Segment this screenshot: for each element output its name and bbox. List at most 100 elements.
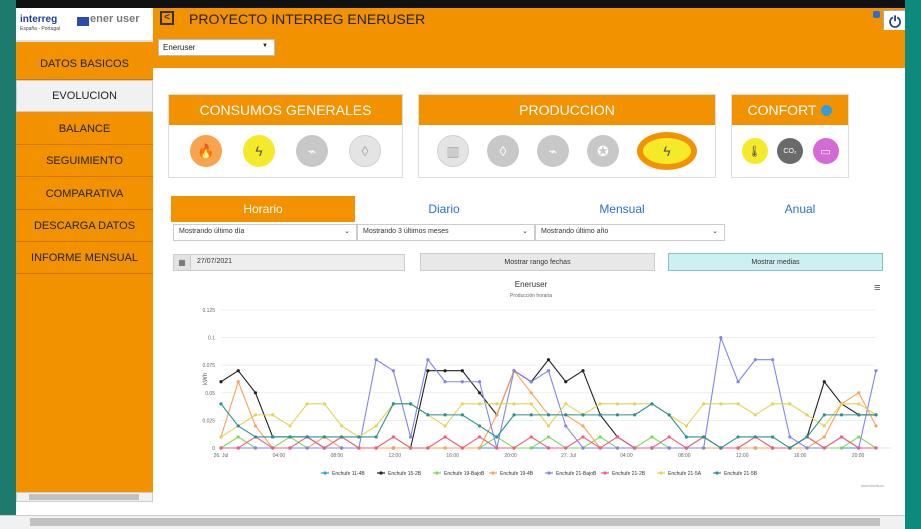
data-point: [236, 424, 240, 428]
tab-diario[interactable]: Diario: [355, 196, 533, 222]
tab-horario[interactable]: Horario: [171, 196, 355, 222]
data-point: [736, 446, 740, 450]
data-point: [615, 435, 620, 439]
back-icon[interactable]: <: [160, 11, 174, 25]
water-drop-icon[interactable]: ◊: [349, 135, 381, 167]
data-point: [615, 446, 620, 450]
data-point: [512, 369, 516, 373]
legend-marker: [379, 471, 383, 475]
data-point: [770, 435, 775, 439]
data-point: [253, 391, 258, 395]
project-select[interactable]: Eneruser ▼: [158, 39, 275, 56]
horizontal-scrollbar[interactable]: [0, 515, 905, 529]
sidebar-item-seguimiento[interactable]: SEGUIMIENTO: [16, 145, 153, 177]
data-point: [753, 435, 757, 439]
chevron-down-icon: ▼: [262, 43, 268, 49]
mensual-range-select[interactable]: Mostrando último año ⌄: [535, 224, 725, 241]
data-point: [805, 435, 809, 439]
fire-icon[interactable]: 🔥: [190, 135, 222, 167]
bulb-icon[interactable]: ✪: [587, 135, 619, 167]
data-point: [839, 435, 844, 439]
data-point: [702, 402, 706, 406]
water-drop-icon[interactable]: ◊: [487, 135, 519, 167]
y-tick-label: 0.075: [202, 363, 215, 369]
data-point: [615, 402, 620, 406]
data-point: [546, 446, 551, 450]
lightning-icon[interactable]: ϟ: [637, 132, 697, 170]
data-point: [650, 435, 654, 439]
panel-confort-title: CONFORT: [732, 95, 848, 125]
legend-item: Enchufe 21-5A: [668, 471, 702, 477]
show-averages-button[interactable]: Mostrar medias: [668, 253, 883, 271]
radiator-icon[interactable]: ▥: [437, 135, 469, 167]
chart-credit: www.ideulis.es: [861, 484, 884, 488]
data-point: [770, 358, 775, 362]
horario-range-select[interactable]: Mostrando último día ⌄: [173, 224, 357, 241]
data-point: [495, 402, 499, 406]
sidebar-item-informe-mensual[interactable]: INFORME MENSUAL: [16, 242, 153, 274]
thermometer-icon[interactable]: 🌡: [741, 138, 768, 164]
plug-icon[interactable]: ⌁: [296, 135, 328, 167]
data-point: [822, 380, 826, 384]
data-point: [495, 435, 499, 439]
data-point: [443, 446, 447, 450]
data-point: [633, 446, 637, 450]
sidebar-item-balance[interactable]: BALANCE: [16, 113, 153, 145]
data-point: [546, 424, 551, 428]
sidebar-item-descarga-datos[interactable]: DESCARGA DATOS: [16, 210, 153, 242]
sidebar-item-comparativa[interactable]: COMPARATIVA: [16, 178, 153, 210]
data-point: [633, 402, 637, 406]
diario-range-select[interactable]: Mostrando 3 últimos meses ⌄: [357, 224, 535, 241]
data-point: [822, 446, 826, 450]
data-point: [529, 413, 533, 417]
date-field[interactable]: ▦ 27/07/2021: [173, 254, 405, 271]
data-point: [546, 435, 551, 439]
sidebar-scrollbar-thumb[interactable]: [29, 494, 139, 500]
data-point: [409, 402, 413, 406]
lightning-icon[interactable]: ϟ: [243, 135, 275, 167]
data-point: [736, 402, 740, 406]
tab-mensual[interactable]: Mensual: [533, 196, 711, 222]
data-point: [271, 413, 275, 417]
page-title: PROYECTO INTERREG ENERUSER: [189, 11, 426, 27]
x-tick-label: 20:00: [504, 453, 517, 459]
co2-icon[interactable]: CO₂: [777, 138, 803, 164]
data-point: [564, 402, 568, 406]
y-tick-label: 0.125: [202, 308, 215, 314]
calendar-icon[interactable]: ▦: [174, 255, 191, 270]
info-icon[interactable]: [821, 104, 833, 116]
eneruser-logo: ener user: [90, 13, 140, 25]
show-date-range-button[interactable]: Mostrar rango fechas: [420, 253, 655, 271]
display-icon[interactable]: ▭: [812, 138, 839, 164]
data-point: [357, 446, 361, 450]
data-point: [839, 446, 844, 450]
chart: Eneruser Producción horaria ≡ 0 0.025 0.05…: [171, 278, 905, 490]
y-tick-label: 0: [212, 446, 215, 452]
x-tick-label: 08:00: [678, 453, 691, 459]
x-tick-label: 04:00: [620, 453, 633, 459]
data-point: [684, 424, 688, 428]
data-point: [598, 402, 602, 406]
user-icon[interactable]: [873, 11, 880, 18]
x-tick-label: 12:00: [388, 453, 401, 459]
interreg-logo: interreg: [20, 14, 58, 25]
data-point: [719, 446, 723, 450]
sidebar-item-evolucion[interactable]: EVOLUCION: [16, 80, 153, 112]
power-icon: ⏻: [889, 13, 901, 31]
tab-anual[interactable]: Anual: [711, 196, 889, 222]
data-point: [857, 402, 861, 406]
plug-icon[interactable]: ⌁: [537, 135, 569, 167]
sidebar-item-datos-basicos[interactable]: DATOS BASICOS: [16, 48, 153, 80]
chart-title: Eneruser: [514, 280, 548, 289]
data-point: [236, 435, 240, 439]
data-point: [374, 424, 378, 428]
chart-menu-icon[interactable]: ≡: [874, 282, 880, 294]
legend-marker: [491, 471, 495, 475]
legend-marker: [547, 471, 551, 475]
data-point: [753, 446, 757, 450]
data-point: [581, 413, 585, 417]
sidebar-scrollbar[interactable]: [16, 492, 153, 502]
horizontal-scrollbar-thumb[interactable]: [30, 518, 880, 526]
chevron-down-icon: ⌄: [712, 228, 718, 235]
project-bar: Eneruser ▼: [153, 30, 905, 68]
